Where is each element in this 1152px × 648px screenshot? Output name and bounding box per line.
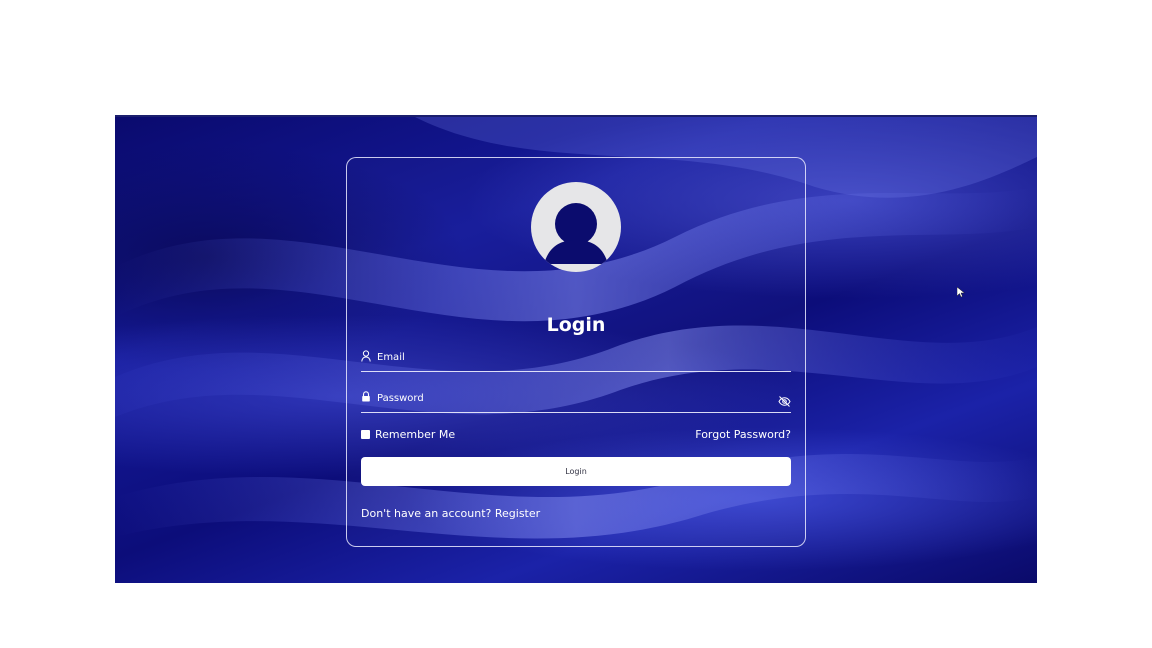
eye-off-icon[interactable] xyxy=(778,395,791,408)
lock-icon xyxy=(362,391,370,402)
login-card: Login Email Password Remember Me Forgot … xyxy=(346,157,806,547)
remember-me-checkbox[interactable] xyxy=(361,430,370,439)
login-title: Login xyxy=(546,314,606,336)
register-link[interactable]: Don't have an account? Register xyxy=(361,507,540,520)
email-field[interactable]: Email xyxy=(361,346,791,372)
email-label: Email xyxy=(377,352,405,363)
user-icon xyxy=(361,350,371,362)
mouse-pointer-icon xyxy=(957,287,965,298)
forgot-password-link[interactable]: Forgot Password? xyxy=(695,428,791,441)
user-avatar-icon xyxy=(531,182,621,272)
options-row: Remember Me Forgot Password? xyxy=(361,428,791,444)
password-label: Password xyxy=(377,393,424,404)
password-field[interactable]: Password xyxy=(361,387,791,413)
login-page-background: Login Email Password Remember Me Forgot … xyxy=(115,115,1037,583)
login-button[interactable]: Login xyxy=(361,457,791,486)
remember-me-label[interactable]: Remember Me xyxy=(375,428,455,441)
